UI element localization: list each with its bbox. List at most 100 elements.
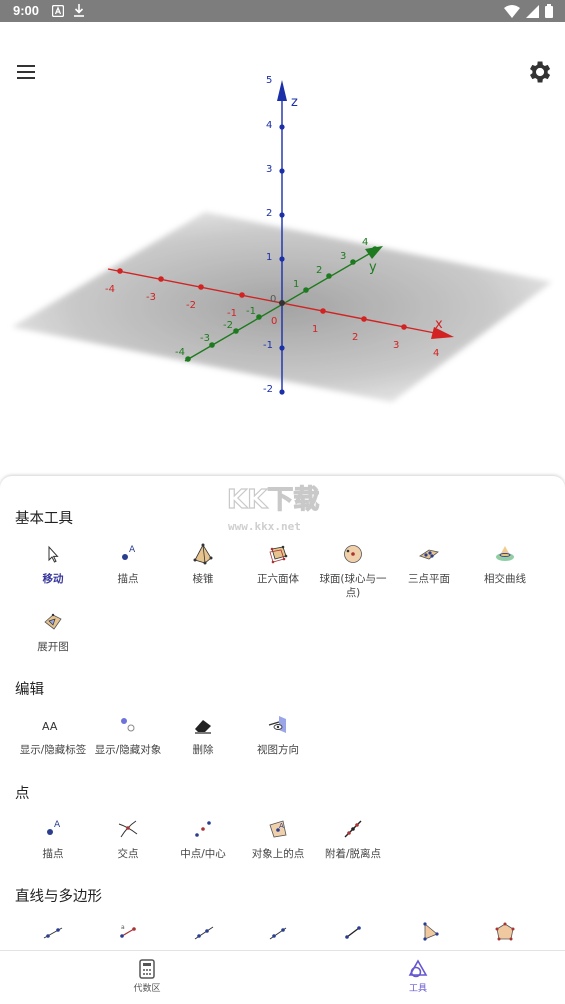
y-tick-label: 4 bbox=[362, 237, 368, 248]
x-tick-label: 1 bbox=[312, 324, 318, 335]
section-title-basic: 基本工具 bbox=[15, 511, 73, 527]
line-icon bbox=[43, 927, 63, 939]
settings-button[interactable] bbox=[525, 58, 553, 86]
menu-button[interactable] bbox=[12, 60, 40, 84]
y-tick-label: 2 bbox=[316, 265, 322, 276]
tool-label: 删除 bbox=[192, 744, 214, 756]
show-hide-label-glyph: AA bbox=[42, 720, 58, 733]
tool-delete[interactable]: 删除 bbox=[165, 713, 241, 757]
section-title-point: 点 bbox=[15, 786, 30, 802]
signal-icon bbox=[526, 4, 539, 18]
tool-point-2[interactable]: A 描点 bbox=[15, 817, 91, 861]
vector-icon bbox=[269, 927, 287, 940]
origin-point bbox=[279, 300, 285, 306]
nav-algebra[interactable]: 代数区 bbox=[102, 959, 192, 994]
watermark-sub-text: www.kkx.net bbox=[228, 520, 301, 533]
calculator-icon bbox=[139, 959, 155, 979]
tool-pyramid[interactable]: 棱锥 bbox=[165, 542, 241, 586]
view-direction-icon bbox=[268, 716, 286, 733]
x-tick-label: -3 bbox=[146, 292, 156, 303]
z-tick-label: 3 bbox=[266, 164, 272, 175]
download-icon bbox=[74, 4, 84, 17]
tool-plane-three-points[interactable]: 三点平面 bbox=[391, 542, 467, 586]
tool-intersect[interactable]: 交点 bbox=[90, 817, 166, 861]
net-icon bbox=[44, 613, 62, 630]
tool-attach-detach[interactable]: 附着/脱离点 bbox=[315, 817, 391, 861]
tool-cube[interactable]: 正六面体 bbox=[240, 542, 316, 586]
tool-segment-length[interactable]: a bbox=[90, 920, 166, 944]
x-tick-label: 0 bbox=[271, 316, 277, 327]
watermark-main-text: KK下载 bbox=[227, 485, 319, 515]
tool-label: 附着/脱离点 bbox=[324, 848, 382, 860]
tool-polygon[interactable] bbox=[391, 920, 467, 944]
tool-label: 展开图 bbox=[37, 641, 69, 653]
tool-label: 正六面体 bbox=[257, 573, 299, 585]
battery-icon bbox=[545, 4, 553, 18]
watermark-logo: KK下载 www.kkx.net bbox=[226, 484, 319, 533]
z-axis-arrow bbox=[277, 80, 287, 101]
tool-move[interactable]: 移动 bbox=[15, 542, 91, 586]
tool-label: 显示/隐藏对象 bbox=[94, 744, 162, 756]
x-tick-label: -2 bbox=[186, 300, 196, 311]
gear-icon bbox=[530, 61, 551, 83]
tool-show-hide-label[interactable]: AA 显示/隐藏标签 bbox=[15, 713, 91, 757]
tool-label: 球面(球心与一点) bbox=[319, 573, 387, 599]
show-hide-label-icon: AA bbox=[42, 720, 58, 733]
3d-axes-canvas[interactable]: z 5 4 3 2 1 -1 -2 x -4 -3 -2 -1 0 1 2 3 … bbox=[0, 22, 565, 477]
origin-label: 0 bbox=[270, 294, 276, 305]
tool-point-on-object[interactable]: A 对象上的点 bbox=[240, 817, 316, 861]
svg-text:A: A bbox=[54, 820, 61, 830]
tool-sphere[interactable]: 球面(球心与一点) bbox=[315, 542, 391, 600]
point-icon: A bbox=[47, 820, 61, 835]
tool-midpoint[interactable]: 中点/中心 bbox=[165, 817, 241, 861]
tool-label: 显示/隐藏标签 bbox=[19, 744, 87, 756]
z-axis-label: z bbox=[291, 95, 298, 110]
tool-vector[interactable] bbox=[240, 920, 316, 944]
z-tick-label: 2 bbox=[266, 208, 272, 219]
regular-polygon-icon bbox=[495, 922, 515, 941]
y-tick-label: -4 bbox=[175, 347, 185, 358]
point-on-object-icon: A bbox=[269, 820, 287, 838]
tool-net[interactable]: 展开图 bbox=[15, 610, 91, 654]
tool-ray[interactable] bbox=[165, 920, 241, 944]
tool-view-direction[interactable]: 视图方向 bbox=[240, 713, 316, 757]
tool-show-hide-object[interactable]: 显示/隐藏对象 bbox=[90, 713, 166, 757]
tool-point[interactable]: A 描点 bbox=[90, 542, 166, 586]
tool-regular-polygon[interactable] bbox=[467, 920, 543, 944]
nav-tools[interactable]: 工具 bbox=[373, 959, 463, 994]
status-time: 9:00 bbox=[13, 3, 40, 18]
midpoint-icon bbox=[195, 821, 211, 837]
z-tick-label: 1 bbox=[266, 252, 272, 263]
tools-shapes-icon bbox=[408, 959, 428, 978]
nav-tools-label: 工具 bbox=[408, 984, 427, 994]
tool-label: 对象上的点 bbox=[251, 848, 305, 860]
svg-text:a: a bbox=[121, 924, 125, 931]
tool-label: 中点/中心 bbox=[180, 848, 226, 860]
z-tick-label: -1 bbox=[263, 340, 273, 351]
pyramid-icon bbox=[193, 543, 213, 565]
eraser-icon bbox=[195, 720, 211, 734]
tool-line[interactable] bbox=[15, 920, 91, 944]
nav-algebra-label: 代数区 bbox=[133, 984, 161, 994]
polygon-icon bbox=[423, 922, 439, 941]
wifi-icon bbox=[504, 4, 520, 18]
section-title-edit: 编辑 bbox=[15, 682, 44, 698]
tool-segment[interactable] bbox=[315, 920, 391, 944]
tool-intersection-curve[interactable]: 相交曲线 bbox=[467, 542, 543, 586]
tool-label: 相交曲线 bbox=[484, 573, 526, 585]
y-tick-label: -2 bbox=[223, 320, 233, 331]
status-bar: 9:00 bbox=[0, 0, 565, 22]
x-tick-label: 4 bbox=[433, 348, 439, 359]
sphere-icon bbox=[344, 545, 362, 563]
move-arrow-icon bbox=[48, 545, 59, 563]
bottom-navigation: 代数区 工具 bbox=[0, 950, 565, 1004]
tool-label: 棱锥 bbox=[192, 573, 214, 585]
x-tick-label: -1 bbox=[227, 308, 237, 319]
z-tick-label: 4 bbox=[266, 120, 272, 131]
tool-label: 视图方向 bbox=[257, 744, 299, 756]
x-tick-label: 2 bbox=[352, 332, 358, 343]
y-axis-label: y bbox=[369, 260, 377, 275]
graphics-3d-view[interactable]: z 5 4 3 2 1 -1 -2 x -4 -3 -2 -1 0 1 2 3 … bbox=[0, 22, 565, 477]
hamburger-menu-icon bbox=[17, 65, 35, 79]
attach-detach-icon bbox=[344, 820, 362, 838]
